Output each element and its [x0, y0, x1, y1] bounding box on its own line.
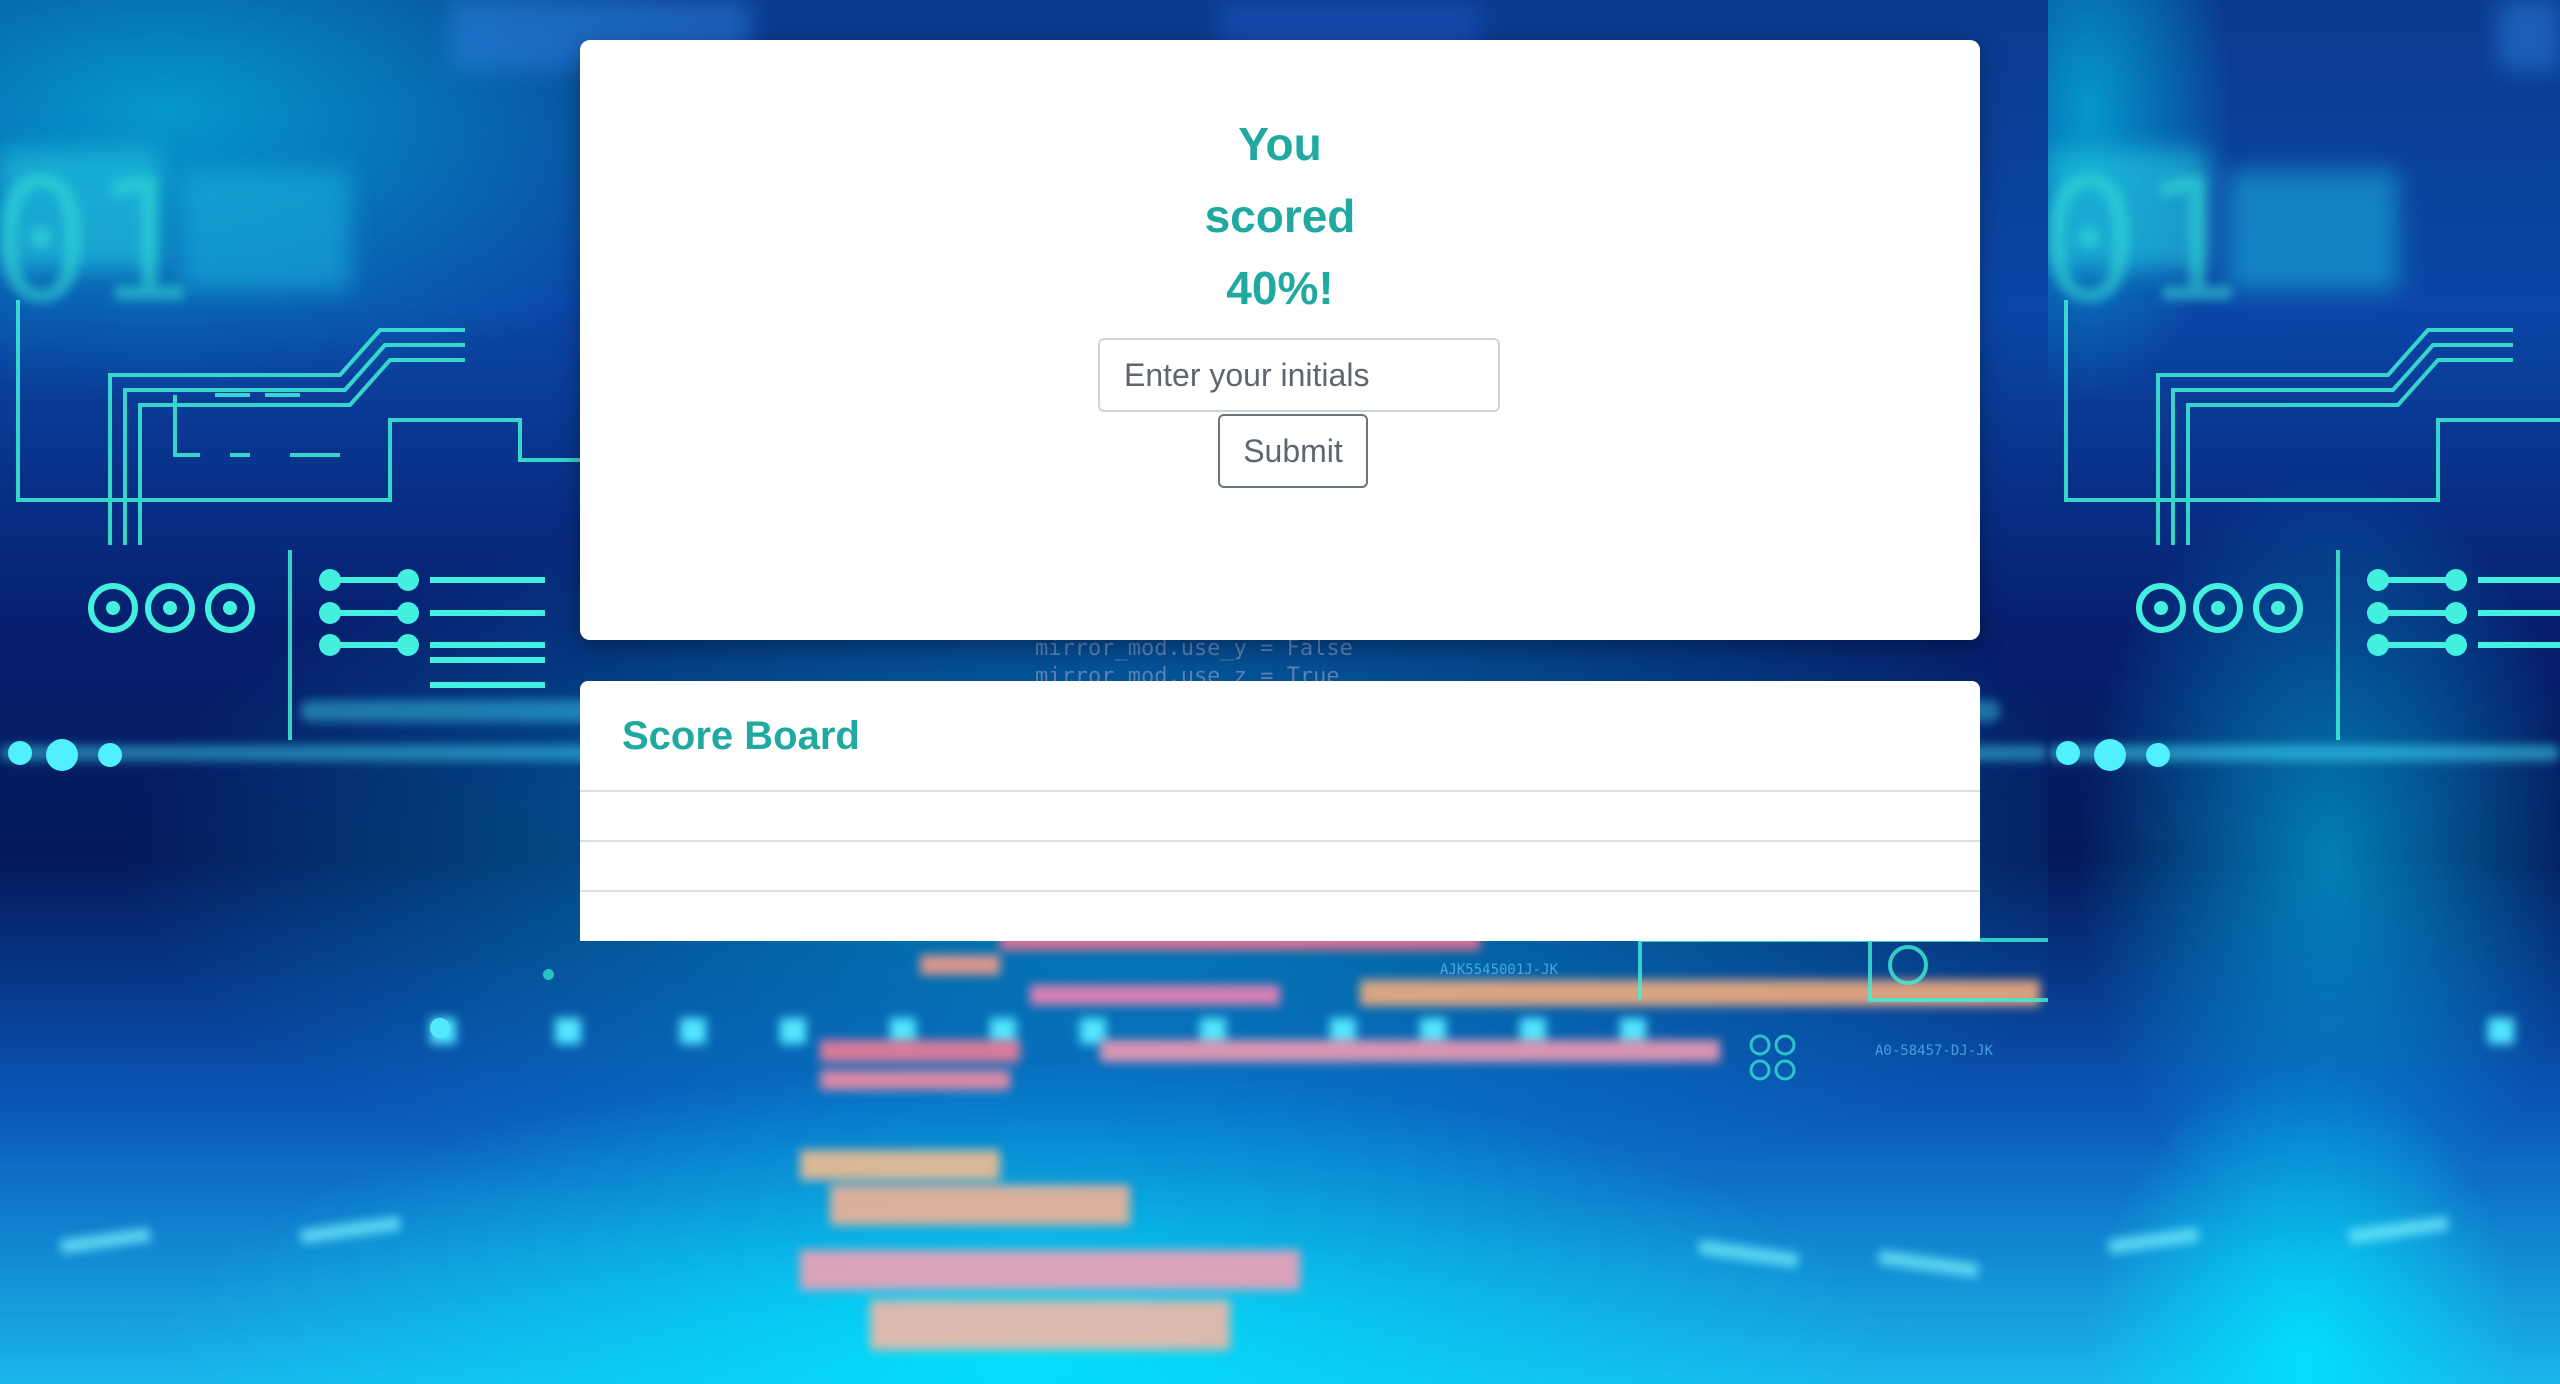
svg-text:A0-58457-DJ-JK: A0-58457-DJ-JK: [1875, 1043, 1994, 1059]
svg-text:AJK5545001J-JK: AJK5545001J-JK: [1440, 962, 1559, 978]
submit-button[interactable]: Submit: [1218, 414, 1368, 488]
score-board: Score Board: [580, 681, 1980, 941]
quiz-result-card: You scored 40%! Submit: [580, 40, 1980, 640]
score-board-row: [580, 790, 1980, 840]
circuit-background-image-repeat: 01: [2048, 0, 2560, 1384]
svg-text:01: 01: [0, 143, 195, 341]
score-heading-line: scored: [1204, 190, 1356, 242]
score-board-row: [580, 840, 1980, 890]
circuit-board-art-repeat: 01: [2048, 0, 2560, 1254]
score-board-title: Score Board: [622, 714, 860, 758]
svg-text:01: 01: [2048, 143, 2243, 341]
score-heading: You scored 40%!: [580, 108, 1980, 324]
initials-input[interactable]: [1098, 338, 1500, 412]
score-percentage: 40%!: [1226, 262, 1334, 314]
score-board-row: [580, 890, 1980, 940]
score-heading-line: You: [1238, 118, 1322, 170]
decorative-dot: [543, 969, 554, 980]
